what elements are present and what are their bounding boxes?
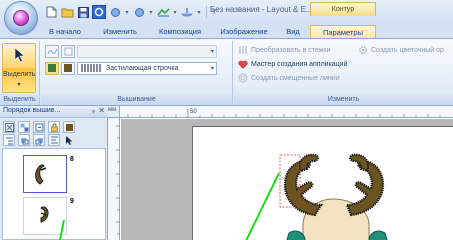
redo-dropdown-icon[interactable]: ▾ (148, 5, 154, 19)
convert-to-stitch-label: Преобразовать в стежки (251, 46, 331, 54)
convert-stitch-icon (238, 45, 248, 55)
new-file-icon[interactable] (44, 5, 58, 19)
move-icon[interactable] (33, 121, 45, 133)
list-item[interactable]: 8 (23, 155, 74, 193)
region-stitch-type-select[interactable]: Застилающая строчка ▾ (77, 61, 217, 75)
line-stitch-row: ▾ (45, 44, 217, 58)
move-forward-icon[interactable] (18, 134, 30, 146)
qat-separator (206, 6, 207, 18)
fill-stitch-pattern-icon (81, 64, 101, 72)
chevron-down-icon: ▾ (210, 48, 214, 55)
move-to-first-icon[interactable] (3, 134, 15, 146)
region-color-icon[interactable] (61, 61, 75, 75)
group-change-label: Изменить (234, 94, 453, 105)
heart-icon (238, 59, 248, 69)
tab-view[interactable]: Вид (278, 25, 308, 38)
design-workspace[interactable] (121, 119, 453, 240)
region-sew-icon[interactable] (45, 61, 59, 75)
select-arrow-icon (14, 47, 26, 63)
horizontal-ruler: 50 (120, 106, 453, 118)
undo-icon[interactable] (108, 5, 122, 19)
create-offset-lines-button[interactable]: Создать смещенные линии (238, 72, 340, 84)
undo-dropdown-icon[interactable]: ▾ (124, 5, 130, 19)
vertical-ruler-ticks (116, 125, 120, 235)
chevron-down-icon: ▾ (210, 65, 214, 72)
vertical-ruler (108, 118, 120, 240)
order-number: 9 (70, 198, 74, 205)
create-color-order-button[interactable]: Создать цветочный ор (358, 44, 444, 56)
close-icon[interactable]: ✕ (98, 106, 105, 115)
move-backward-icon[interactable] (33, 134, 45, 146)
tab-image[interactable]: Изображение (212, 25, 276, 38)
ruler-mark-50: 50 (190, 109, 197, 115)
embroidery-hoop-icon[interactable] (92, 5, 106, 19)
group-change: Преобразовать в стежки Создать цветочный… (234, 41, 453, 105)
embroidery-design[interactable] (193, 127, 453, 240)
group-select: Выделить ▾ Выделить (0, 41, 40, 105)
panel-select-cursor-icon[interactable] (63, 134, 75, 146)
offset-lines-icon (238, 73, 248, 83)
select-dropdown-icon: ▾ (17, 82, 21, 88)
window-title: Без названия - Layout & E... (210, 5, 313, 14)
lock-icon[interactable] (48, 121, 60, 133)
sewing-order-marker-line (245, 172, 280, 240)
save-icon[interactable] (76, 5, 90, 19)
line-color-icon[interactable] (61, 44, 75, 58)
create-offset-lines-label: Создать смещенные линии (251, 74, 340, 82)
ribbon: Выделить ▾ Выделить ▾ Застилающая строчк… (0, 38, 453, 106)
group-stitch-label: Вышивание (41, 94, 232, 105)
select-button-label: Выделить (3, 71, 36, 78)
application-menu-button[interactable] (4, 1, 38, 35)
ribbon-tabs: В начало Изменить Композиция Изображение… (0, 24, 453, 38)
create-color-order-label: Создать цветочный ор (371, 46, 444, 54)
sort-order-icon[interactable] (3, 121, 15, 133)
move-to-last-icon[interactable] (48, 134, 60, 146)
horizontal-ruler-ticks: 50 (127, 109, 441, 118)
ruler-unit: мм (108, 107, 117, 113)
gear-icon (358, 45, 368, 55)
applique-wizard-button[interactable]: Мастер создания аппликаций (238, 58, 348, 70)
transfer-dropdown-icon[interactable]: ▾ (172, 5, 178, 19)
antler-thumbnail-icon (35, 164, 47, 185)
title-bar: ▾ ▾ ▾ ▾ ₹ Без названия - Layout & E... К… (0, 0, 453, 35)
group-stitch: ▾ Застилающая строчка ▾ Вышивание (41, 41, 233, 105)
right-antler-tip[interactable] (349, 153, 369, 173)
applique-wizard-label: Мастер создания аппликаций (251, 60, 348, 68)
open-folder-icon[interactable] (60, 5, 74, 19)
ruler-unit-corner: мм (108, 106, 120, 118)
merge-color-icon[interactable] (18, 121, 30, 133)
panel-header: Порядок вышив... ᵩ ✕ (0, 106, 108, 118)
order-number: 8 (70, 156, 74, 163)
select-button[interactable]: Выделить ▾ (2, 43, 36, 93)
quick-access-toolbar: ▾ ▾ ▾ ▾ ₹ (44, 4, 217, 20)
group-select-label: Выделить (0, 94, 39, 105)
tab-parameters[interactable]: Параметры (310, 25, 376, 38)
wireless-dropdown-icon[interactable]: ▾ (196, 5, 202, 19)
app-logo-icon (13, 10, 29, 26)
pin-icon[interactable]: ᵩ (92, 107, 95, 114)
tab-composition[interactable]: Композиция (150, 25, 210, 38)
region-stitch-row: Застилающая строчка ▾ (45, 61, 217, 75)
line-sew-icon[interactable] (45, 44, 59, 58)
tab-home[interactable]: В начало (40, 25, 90, 38)
color-block-icon[interactable] (63, 121, 75, 133)
contextual-tab-group-label: Контур (310, 2, 376, 16)
tab-edit[interactable]: Изменить (94, 25, 146, 38)
design-page[interactable] (192, 126, 453, 240)
wireless-transfer-icon[interactable] (180, 5, 194, 19)
redo-icon[interactable] (132, 5, 146, 19)
panel-title: Порядок вышив... (3, 107, 61, 114)
panel-marker-line (59, 220, 65, 240)
convert-to-stitch-button[interactable]: Преобразовать в стежки (238, 44, 330, 56)
transfer-to-card-icon[interactable] (156, 5, 170, 19)
line-stitch-type-select[interactable]: ▾ (77, 44, 217, 58)
reindeer-scarf-right (368, 230, 388, 240)
left-antler-tip[interactable] (299, 153, 319, 173)
reindeer-scarf-left (286, 230, 306, 240)
region-stitch-type-value: Застилающая строчка (106, 64, 179, 72)
